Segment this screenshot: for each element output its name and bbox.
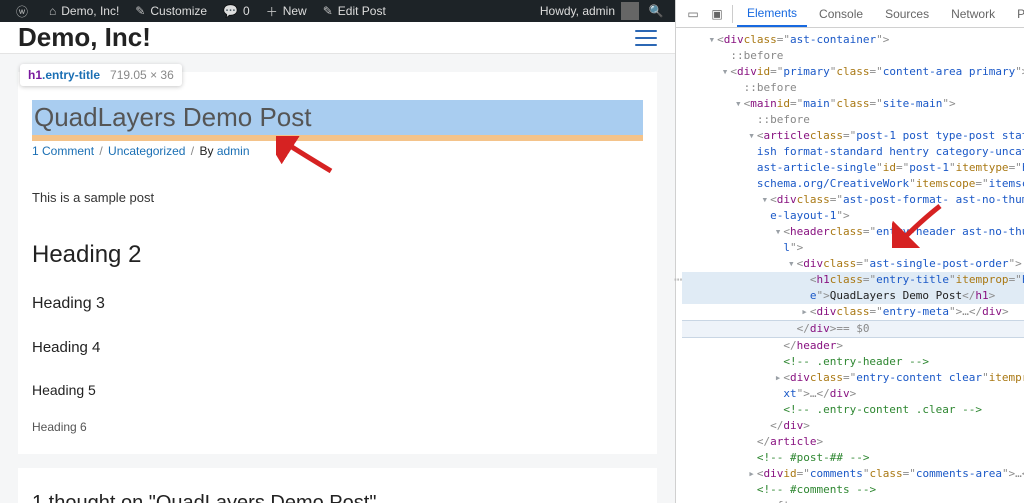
author-link[interactable]: admin bbox=[217, 144, 250, 158]
dom-line[interactable]: </article> bbox=[682, 434, 1024, 450]
heading-5: Heading 5 bbox=[32, 382, 643, 398]
dom-line[interactable]: ▾<div class="ast-single-post-order"> bbox=[682, 256, 1024, 272]
comments-title: 1 thought on "QuadLayers Demo Post" bbox=[32, 492, 643, 503]
tooltip-tag: h1 bbox=[28, 68, 42, 82]
wp-logo-icon[interactable]: ⓦ bbox=[8, 0, 41, 22]
site-title[interactable]: Demo, Inc! bbox=[18, 22, 151, 53]
dom-line[interactable]: ▾<article class="post-1 post type-post s… bbox=[682, 128, 1024, 144]
devtools-tabs: ▭ ▣ Elements Console Sources Network Per… bbox=[676, 0, 1024, 28]
inspect-element-icon[interactable]: ▭ bbox=[682, 7, 704, 21]
category-link[interactable]: Uncategorized bbox=[108, 144, 185, 158]
wp-admin-bar: ⓦ ⌂Demo, Inc! ✎Customize 💬0 ＋New ✎Edit P… bbox=[0, 0, 675, 22]
dom-line[interactable]: ▾<div class="ast-container"> bbox=[682, 32, 1024, 48]
heading-3: Heading 3 bbox=[32, 295, 643, 313]
dom-line[interactable]: <!-- .entry-header --> bbox=[682, 354, 1024, 370]
dom-line[interactable]: ::before bbox=[682, 112, 1024, 128]
device-toggle-icon[interactable]: ▣ bbox=[706, 7, 728, 21]
tooltip-class: .entry-title bbox=[42, 68, 100, 82]
customize-label: Customize bbox=[150, 4, 207, 18]
dom-line[interactable]: </div> bbox=[682, 418, 1024, 434]
new-menu[interactable]: ＋ New bbox=[258, 0, 315, 22]
dom-line[interactable]: ▾<div class="ast-post-format- ast-no-thu… bbox=[682, 192, 1024, 208]
dom-line[interactable]: ▸<div class="entry-content clear" itempr… bbox=[682, 370, 1024, 386]
devtools-panel: ▭ ▣ Elements Console Sources Network Per… bbox=[676, 0, 1024, 503]
dom-line[interactable]: </header> bbox=[682, 338, 1024, 354]
site-menu[interactable]: ⌂ Demo, Inc! bbox=[41, 0, 127, 22]
site-name-label: Demo, Inc! bbox=[61, 4, 119, 18]
edit-post-label: Edit Post bbox=[338, 4, 386, 18]
entry-title: QuadLayers Demo Post bbox=[32, 100, 643, 141]
by-label: By bbox=[199, 144, 213, 158]
dom-line[interactable]: <!-- .entry-content .clear --> bbox=[682, 402, 1024, 418]
heading-4: Heading 4 bbox=[32, 339, 643, 356]
avatar bbox=[621, 2, 639, 20]
dom-line[interactable]: ast-article-single" id="post-1" itemtype… bbox=[682, 160, 1024, 176]
search-icon: 🔍 bbox=[649, 4, 664, 18]
dom-line[interactable]: e">QuadLayers Demo Post</h1> bbox=[682, 288, 1024, 304]
home-icon: ⌂ bbox=[49, 4, 56, 18]
comments-link[interactable]: 💬0 bbox=[215, 0, 258, 22]
plus-icon: ＋ bbox=[266, 3, 278, 20]
post-sheet: h1.entry-title 719.05 × 36 QuadLayers De… bbox=[18, 72, 657, 454]
dom-line[interactable]: ▸<div class="entry-meta">…</div> bbox=[682, 304, 1024, 320]
comments-sheet: 1 thought on "QuadLayers Demo Post" bbox=[18, 468, 657, 503]
dom-line[interactable]: </div> == $0 bbox=[682, 320, 1024, 338]
pencil-icon: ✎ bbox=[323, 4, 333, 18]
dom-line[interactable]: ▸<div id="comments" class="comments-area… bbox=[682, 466, 1024, 482]
dom-line[interactable]: ▾<div id="primary" class="content-area p… bbox=[682, 64, 1024, 80]
customize-link[interactable]: ✎ Customize bbox=[127, 0, 215, 22]
inspector-tooltip: h1.entry-title 719.05 × 36 bbox=[20, 64, 182, 86]
heading-6: Heading 6 bbox=[32, 420, 643, 434]
tooltip-dimensions: 719.05 × 36 bbox=[110, 68, 174, 82]
mobile-menu-toggle[interactable] bbox=[635, 30, 657, 46]
dom-line[interactable]: ▾<main id="main" class="site-main"> bbox=[682, 96, 1024, 112]
heading-2: Heading 2 bbox=[32, 241, 643, 269]
edit-post-link[interactable]: ✎ Edit Post bbox=[315, 0, 394, 22]
site-header: Demo, Inc! bbox=[0, 22, 675, 54]
dom-line[interactable]: xt">…</div> bbox=[682, 386, 1024, 402]
dom-line[interactable]: ▾<header class="entry-header ast-no-thum… bbox=[682, 224, 1024, 240]
dom-line[interactable]: ish format-standard hentry category-unca… bbox=[682, 144, 1024, 160]
tab-console[interactable]: Console bbox=[809, 0, 873, 27]
tab-performance[interactable]: Performance bbox=[1007, 0, 1024, 27]
tab-network[interactable]: Network bbox=[941, 0, 1005, 27]
dom-line[interactable]: l"> bbox=[682, 240, 1024, 256]
tab-sources[interactable]: Sources bbox=[875, 0, 939, 27]
dom-line[interactable]: schema.org/CreativeWork" itemscope="item… bbox=[682, 176, 1024, 192]
comments-link[interactable]: 1 Comment bbox=[32, 144, 94, 158]
ellipsis-icon: ⋯ bbox=[674, 272, 681, 288]
dom-tree[interactable]: ▾<div class="ast-container"> ::before ▾<… bbox=[676, 28, 1024, 503]
dom-line[interactable]: <h1 class="entry-title" itemprop="headli… bbox=[682, 272, 1024, 288]
comments-count: 0 bbox=[243, 4, 250, 18]
comment-icon: 💬 bbox=[223, 4, 238, 18]
dom-line[interactable]: ::before bbox=[682, 48, 1024, 64]
howdy-label: Howdy, admin bbox=[540, 4, 615, 18]
howdy-menu[interactable]: Howdy, admin bbox=[540, 2, 639, 20]
dom-line[interactable]: ::after bbox=[682, 498, 1024, 503]
post-paragraph: This is a sample post bbox=[32, 190, 643, 205]
tab-elements[interactable]: Elements bbox=[737, 0, 807, 27]
dom-line[interactable]: <!-- #post-## --> bbox=[682, 450, 1024, 466]
new-label: New bbox=[283, 4, 307, 18]
dom-line[interactable]: ::before bbox=[682, 80, 1024, 96]
search-toggle[interactable]: 🔍 bbox=[645, 0, 667, 22]
dom-line[interactable]: <!-- #comments --> bbox=[682, 482, 1024, 498]
dom-line[interactable]: e-layout-1"> bbox=[682, 208, 1024, 224]
entry-meta: 1 Comment / Uncategorized / By admin bbox=[32, 144, 643, 158]
brush-icon: ✎ bbox=[135, 4, 145, 18]
